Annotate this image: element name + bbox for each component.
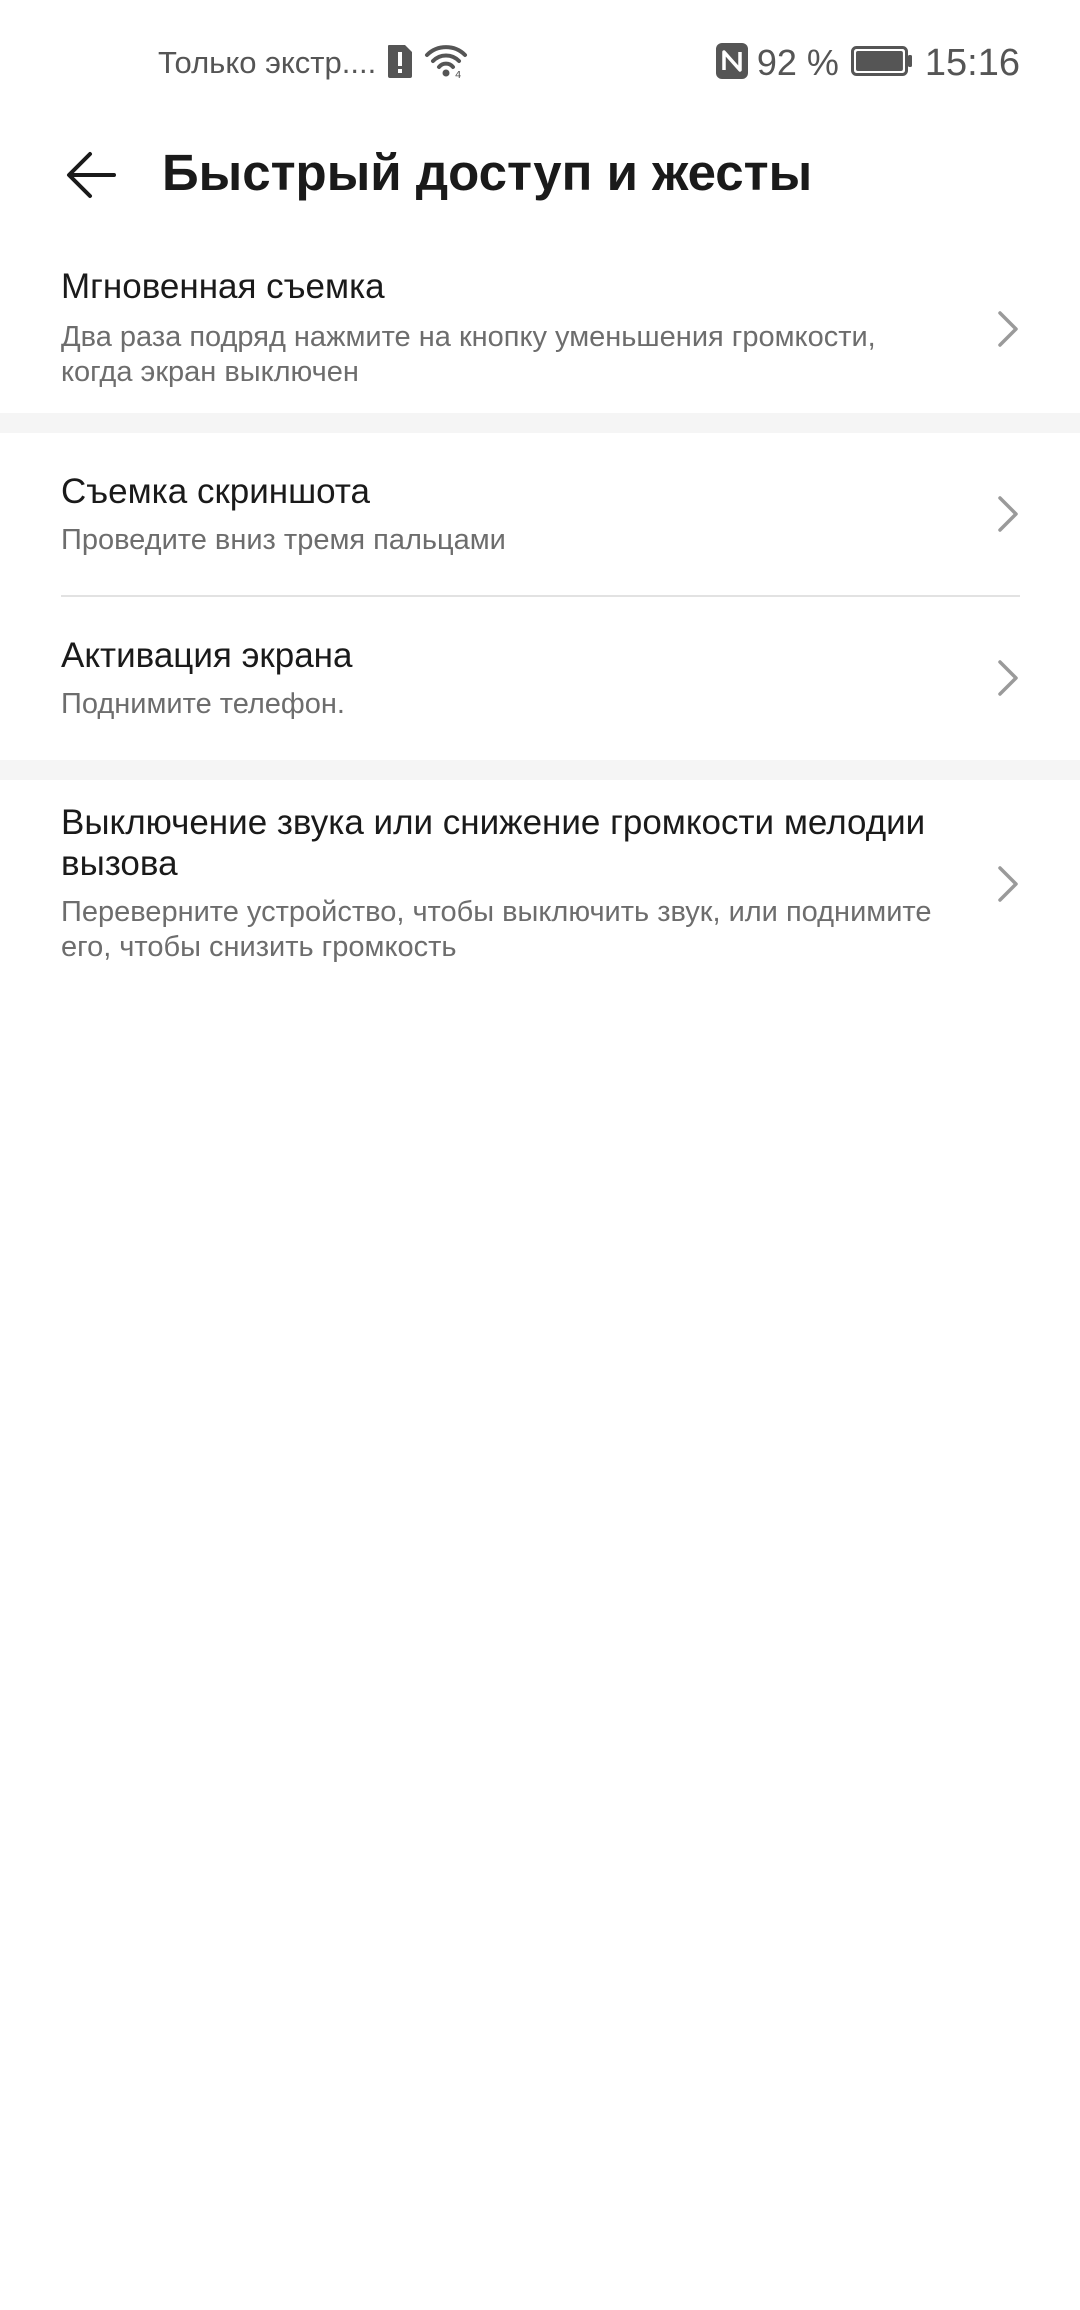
arrow-left-icon <box>67 152 116 198</box>
item-title: Выключение звука или снижение громкости … <box>61 803 926 883</box>
svg-text:4: 4 <box>455 70 461 79</box>
item-subtitle: Проведите вниз тремя пальцами <box>61 524 506 556</box>
back-button[interactable] <box>56 145 126 205</box>
chevron-right-icon <box>998 660 1018 696</box>
list-item-mute-ringtone[interactable]: Выключение звука или снижение громкости … <box>0 780 1080 990</box>
item-title: Съемка скриншота <box>61 472 370 511</box>
chevron-right-icon <box>998 311 1018 347</box>
list-item-wake-screen[interactable]: Активация экрана Поднимите телефон. <box>0 597 1080 760</box>
status-right: 92 % 15:16 <box>715 38 1020 88</box>
section-divider <box>0 760 1080 780</box>
wifi-icon: 4 <box>424 43 468 84</box>
list-item-screenshot[interactable]: Съемка скриншота Проведите вниз тремя па… <box>0 433 1080 595</box>
page-title: Быстрый доступ и жесты <box>162 144 813 201</box>
status-left: Только экстр.... 4 <box>158 40 468 86</box>
clock: 15:16 <box>924 41 1020 84</box>
section-divider <box>0 413 1080 433</box>
header: Быстрый доступ и жесты <box>0 125 1080 225</box>
nfc-icon <box>715 42 749 85</box>
list-item-instant-capture[interactable]: Мгновенная съемка Два раза подряд нажмит… <box>0 245 1080 413</box>
chevron-right-icon <box>998 496 1018 532</box>
chevron-right-icon <box>998 866 1018 902</box>
status-bar: Только экстр.... 4 92 % 15:16 <box>0 0 1080 125</box>
carrier-label: Только экстр.... <box>158 45 377 80</box>
item-title: Мгновенная съемка <box>61 267 385 306</box>
item-subtitle: Переверните устройство, чтобы выключить … <box>61 896 932 963</box>
battery-icon <box>850 45 913 81</box>
battery-percent: 92 % <box>756 42 839 83</box>
item-title: Активация экрана <box>61 636 353 675</box>
sim-alert-icon <box>386 43 414 84</box>
item-subtitle: Два раза подряд нажмите на кнопку уменьш… <box>61 321 876 388</box>
item-subtitle: Поднимите телефон. <box>61 688 345 720</box>
